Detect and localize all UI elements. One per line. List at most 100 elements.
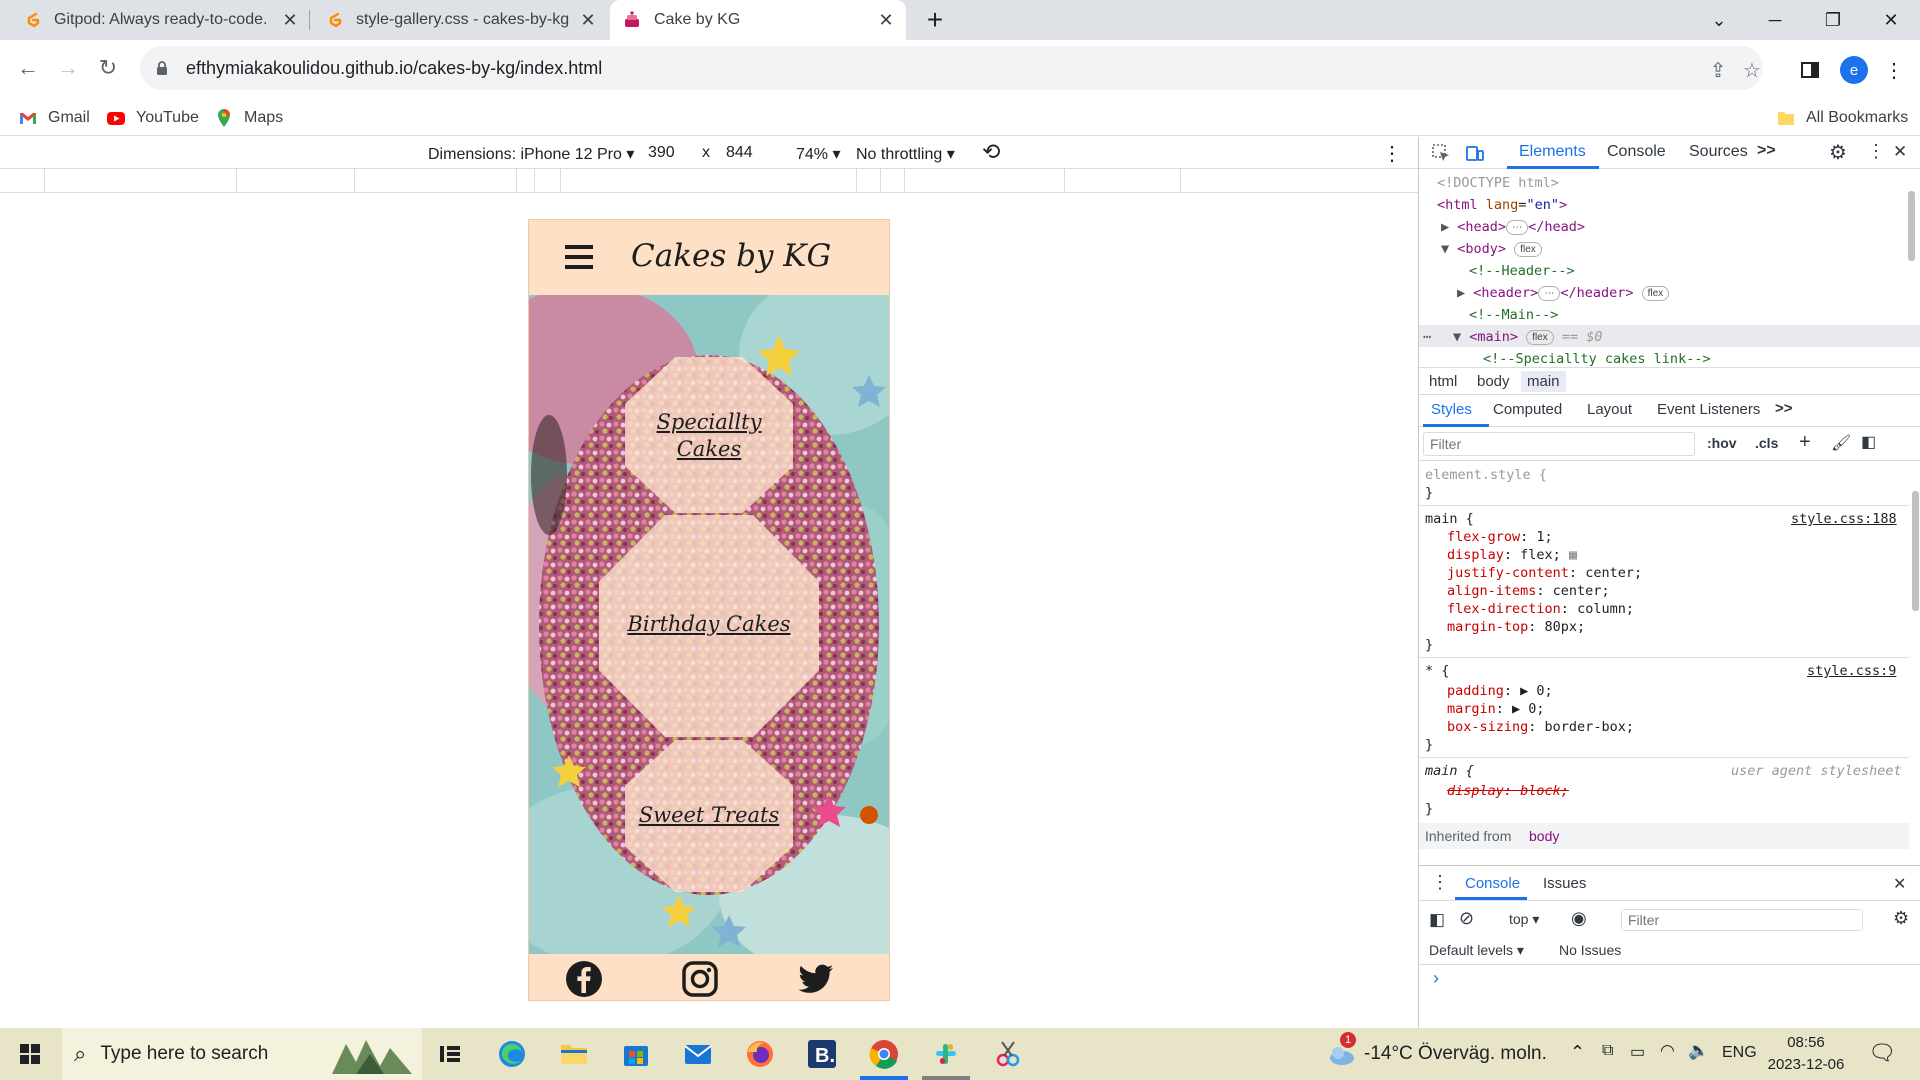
css-declaration[interactable]: margin-top: 80px; bbox=[1447, 619, 1585, 635]
tab-cake-by-kg[interactable]: Cake by KG ✕ bbox=[610, 0, 906, 40]
tab-style-gallery[interactable]: style-gallery.css - cakes-by-kg - ✕ bbox=[312, 0, 608, 40]
notifications-icon[interactable]: 🗨 bbox=[1868, 1040, 1896, 1066]
inspect-element-icon[interactable] bbox=[1431, 143, 1451, 163]
clock-time[interactable]: 08:56 bbox=[1776, 1034, 1836, 1051]
settings-gear-icon[interactable]: ⚙ bbox=[1829, 140, 1847, 165]
dom-html[interactable]: <html lang="en"> bbox=[1437, 197, 1567, 213]
tab-computed[interactable]: Computed bbox=[1493, 401, 1562, 418]
windows-start-icon[interactable] bbox=[12, 1036, 48, 1072]
reload-button[interactable]: ↻ bbox=[90, 50, 126, 86]
breadcrumb-html[interactable]: html bbox=[1429, 373, 1457, 390]
more-options-icon[interactable]: ⋮ bbox=[1382, 141, 1402, 166]
tab-console[interactable]: Console bbox=[1607, 143, 1666, 161]
firefox-icon[interactable] bbox=[742, 1036, 778, 1072]
more-tabs-icon[interactable]: >> bbox=[1757, 142, 1776, 160]
slack-icon[interactable] bbox=[928, 1036, 964, 1072]
clock-date[interactable]: 2023-12-06 bbox=[1766, 1056, 1846, 1073]
tab-search-icon[interactable]: ⌄ bbox=[1692, 0, 1746, 40]
zoom-select[interactable]: 74% ▾ bbox=[796, 144, 841, 164]
styles-scrollbar[interactable] bbox=[1909, 461, 1920, 869]
tab-gitpod[interactable]: Gitpod: Always ready-to-code. ✕ bbox=[10, 0, 310, 40]
context-select[interactable]: top ▾ bbox=[1509, 911, 1539, 928]
css-declaration[interactable]: flex-direction: column; bbox=[1447, 601, 1634, 617]
dom-comment-header[interactable]: <!--Header--> bbox=[1469, 263, 1575, 279]
close-window-button[interactable]: ✕ bbox=[1864, 0, 1918, 40]
dom-comment-main[interactable]: <!--Main--> bbox=[1469, 307, 1558, 323]
device-dimensions-select[interactable]: Dimensions: iPhone 12 Pro ▾ bbox=[428, 144, 634, 164]
toggle-sidebar-icon[interactable]: ◧ bbox=[1861, 432, 1876, 452]
maximize-button[interactable]: ❐ bbox=[1806, 0, 1860, 40]
star-rule-source-link[interactable]: style.css:9 bbox=[1807, 663, 1896, 679]
tab-sources[interactable]: Sources bbox=[1689, 143, 1748, 161]
show-hidden-icons-chevron-icon[interactable]: ⌃ bbox=[1570, 1042, 1585, 1063]
close-icon[interactable]: ✕ bbox=[580, 10, 596, 31]
twitter-icon[interactable] bbox=[797, 960, 835, 998]
menu-kebab-icon[interactable]: ⋮ bbox=[1880, 56, 1908, 84]
battery-icon[interactable]: ▭ bbox=[1630, 1042, 1645, 1062]
close-icon[interactable]: ✕ bbox=[282, 10, 298, 31]
site-title[interactable]: Cakes by KG bbox=[631, 238, 831, 274]
devtools-menu-icon[interactable]: ⋮ bbox=[1867, 141, 1885, 162]
chrome-icon[interactable] bbox=[866, 1036, 902, 1072]
eye-icon[interactable]: ◉ bbox=[1571, 908, 1587, 929]
minimize-button[interactable]: ─ bbox=[1748, 0, 1802, 40]
console-prompt[interactable]: › bbox=[1433, 968, 1439, 989]
css-declaration[interactable]: margin: ▶ 0; bbox=[1447, 701, 1545, 717]
rotate-icon[interactable]: ⟲ bbox=[982, 139, 1000, 165]
device-toggle-icon[interactable] bbox=[1465, 143, 1485, 163]
profile-avatar[interactable]: e bbox=[1840, 56, 1868, 84]
device-width-input[interactable]: 390 bbox=[648, 144, 675, 162]
drawer-tab-issues[interactable]: Issues bbox=[1543, 875, 1586, 892]
tab-layout[interactable]: Layout bbox=[1587, 401, 1632, 418]
breadcrumb-main[interactable]: main bbox=[1521, 371, 1566, 392]
instagram-icon[interactable] bbox=[681, 960, 719, 998]
volume-icon[interactable]: 🔈 bbox=[1688, 1041, 1709, 1061]
specialty-cakes-link[interactable]: Speciallty Cakes bbox=[625, 357, 793, 513]
dom-main[interactable]: ▼ <main> flex == $0 bbox=[1453, 329, 1603, 345]
forward-button[interactable]: → bbox=[50, 50, 86, 86]
css-declaration[interactable]: align-items: center; bbox=[1447, 583, 1610, 599]
dom-header[interactable]: ▶ <header> ⋯ </header> flex bbox=[1457, 285, 1670, 301]
css-declaration[interactable]: display: flex; ▦ bbox=[1447, 547, 1577, 563]
dom-comment-specialty[interactable]: <!--Speciallty cakes link--> bbox=[1483, 351, 1711, 367]
throttling-select[interactable]: No throttling ▾ bbox=[856, 144, 955, 164]
close-drawer-icon[interactable]: ✕ bbox=[1893, 874, 1906, 894]
mail-icon[interactable] bbox=[680, 1036, 716, 1072]
b-app-icon[interactable]: B. bbox=[804, 1036, 840, 1072]
paint-brush-icon[interactable]: 🖌 bbox=[1831, 433, 1851, 453]
back-button[interactable]: ← bbox=[10, 50, 46, 86]
input-language[interactable]: ENG bbox=[1722, 1044, 1757, 1062]
tab-event-listeners[interactable]: Event Listeners bbox=[1657, 401, 1760, 418]
taskbar-search-box[interactable]: ⌕ Type here to search bbox=[62, 1028, 422, 1080]
bookmark-youtube[interactable]: YouTube bbox=[106, 100, 199, 136]
new-rule-icon[interactable]: + bbox=[1799, 431, 1811, 454]
address-bar[interactable]: efthymiakakoulidou.github.io/cakes-by-kg… bbox=[140, 46, 1763, 90]
css-declaration[interactable]: padding: ▶ 0; bbox=[1447, 683, 1553, 699]
star-rule-selector[interactable]: * { bbox=[1425, 663, 1449, 679]
console-sidebar-icon[interactable]: ◧ bbox=[1429, 910, 1445, 930]
edge-icon[interactable] bbox=[494, 1036, 530, 1072]
clear-console-icon[interactable]: ⊘ bbox=[1459, 908, 1474, 929]
css-declaration-overridden[interactable]: display: block; bbox=[1447, 783, 1569, 799]
wifi-icon[interactable]: ◠ bbox=[1660, 1041, 1675, 1061]
main-rule-source-link[interactable]: style.css:188 bbox=[1791, 511, 1897, 527]
all-bookmarks[interactable]: All Bookmarks bbox=[1776, 100, 1908, 136]
share-icon[interactable]: ⇪ bbox=[1704, 56, 1732, 84]
ua-rule-selector[interactable]: main { bbox=[1425, 763, 1474, 779]
element-style-rule[interactable]: element.style { bbox=[1425, 467, 1547, 483]
css-declaration[interactable]: flex-grow: 1; bbox=[1447, 529, 1553, 545]
css-declaration[interactable]: justify-content: center; bbox=[1447, 565, 1642, 581]
dom-doctype[interactable]: <!DOCTYPE html> bbox=[1437, 175, 1559, 191]
side-panel-icon[interactable] bbox=[1796, 56, 1824, 84]
more-subtabs-icon[interactable]: >> bbox=[1775, 400, 1793, 417]
drawer-menu-icon[interactable]: ⋮ bbox=[1431, 872, 1449, 893]
log-levels-select[interactable]: Default levels ▾ bbox=[1429, 942, 1524, 959]
task-view-icon[interactable] bbox=[432, 1036, 468, 1072]
dom-body[interactable]: ▼ <body> flex bbox=[1441, 241, 1542, 257]
weather-text[interactable]: -14°C Överväg. moln. bbox=[1364, 1043, 1547, 1065]
css-declaration[interactable]: box-sizing: border-box; bbox=[1447, 719, 1634, 735]
console-settings-icon[interactable]: ⚙ bbox=[1893, 908, 1909, 929]
tab-elements[interactable]: Elements bbox=[1519, 143, 1586, 161]
bookmark-maps[interactable]: Maps bbox=[214, 100, 283, 136]
bookmark-gmail[interactable]: Gmail bbox=[18, 100, 90, 136]
